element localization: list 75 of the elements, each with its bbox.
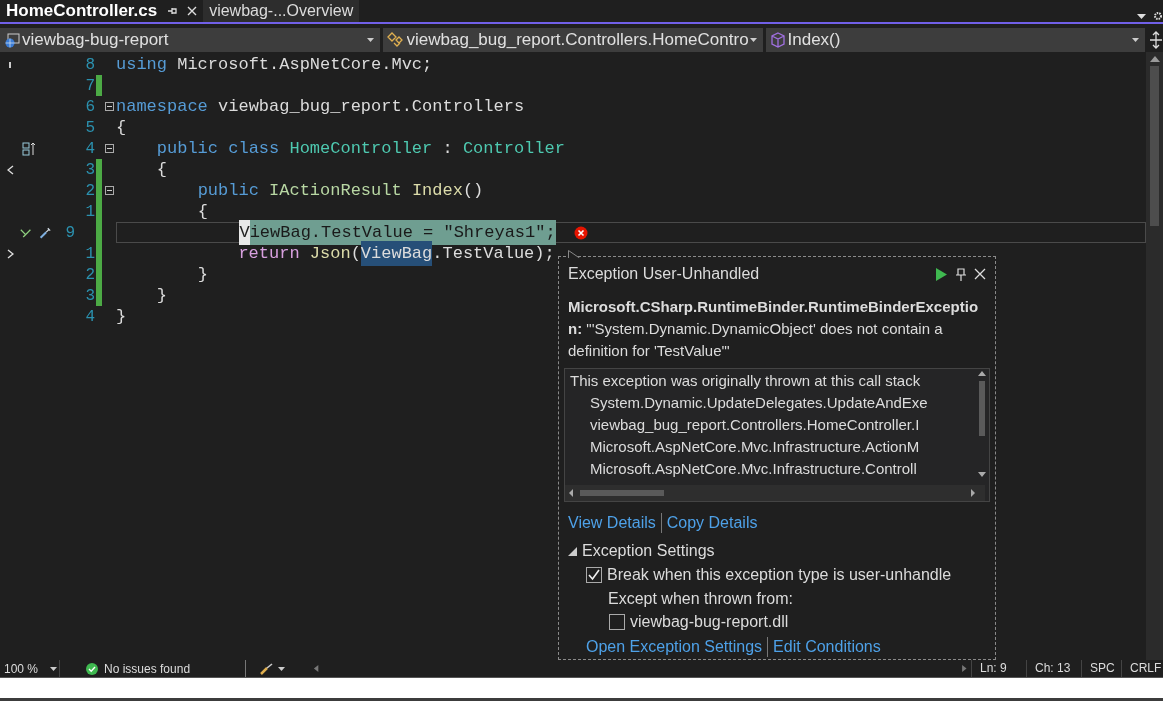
marker-icon — [8, 61, 12, 68]
code-line: namespace viewbag_bug_report.Controllers — [116, 95, 525, 118]
chevron-left-icon[interactable] — [6, 164, 14, 175]
line-number: 1 — [84, 201, 95, 223]
dropdown-icon[interactable] — [1137, 14, 1146, 19]
line-number: 1 — [84, 243, 95, 265]
code-line: { — [155, 158, 167, 181]
project-icon — [4, 32, 20, 48]
settings-link[interactable]: Open Exception Settings — [586, 635, 763, 659]
line-number: 3 — [84, 285, 95, 307]
split-icon[interactable] — [1149, 31, 1163, 49]
caret-icon — [278, 666, 285, 671]
line-number: 5 — [84, 117, 95, 139]
line-number: 2 — [84, 180, 95, 202]
settings-icon[interactable] — [1152, 11, 1162, 21]
stack-frame: Microsoft.AspNetCore.Mvc.Infrastructure.ActionM — [570, 436, 975, 458]
navigation-dropdown[interactable]: Index() — [765, 28, 1146, 52]
class-icon — [386, 32, 405, 48]
stack-frame: viewbag_bug_report.Controllers.HomeController.I — [570, 414, 975, 436]
caret-icon — [1132, 38, 1140, 42]
vertical-scrollbar[interactable] — [1146, 52, 1163, 660]
close-icon[interactable] — [974, 268, 986, 280]
line-number: 6 — [84, 96, 95, 118]
expanded-icon[interactable] — [568, 546, 577, 556]
scroll-thumb[interactable] — [1150, 66, 1159, 226]
code-line: public class HomeController : Controller — [155, 137, 565, 160]
line-number: 4 — [84, 306, 95, 328]
exception-message: Microsoft.CSharp.RuntimeBinder.RuntimeBinderException: "'System.Dynamic.DynamicObject' does not contain a definition for 'TestValue'" — [568, 297, 980, 361]
brush-icon — [260, 662, 274, 675]
caret-icon — [366, 38, 374, 42]
checkbox-label: viewbag-bug-report.dll — [630, 612, 789, 632]
code-line: public IActionResult Index() — [196, 179, 484, 202]
line-number: 7 — [84, 75, 95, 97]
collapse-icon[interactable] — [104, 186, 114, 195]
chevron-right-icon[interactable] — [6, 248, 14, 259]
close-icon[interactable] — [187, 6, 198, 16]
checkbox-label: Break when this exception type is user-unhandle — [607, 565, 952, 585]
line-number: 4 — [84, 138, 95, 160]
stack-frame: System.Dynamic.UpdateDelegates.UpdateAndExe — [570, 392, 975, 414]
code-line: { — [196, 200, 208, 223]
line-number: 8 — [84, 54, 95, 76]
method-icon — [769, 32, 786, 48]
check-circle-icon — [86, 662, 98, 675]
command-input-bar[interactable] — [0, 677, 1163, 698]
hierarchy-icon[interactable] — [22, 141, 36, 156]
caret-icon — [749, 38, 757, 42]
caret-icon — [50, 666, 58, 671]
settings-link[interactable]: Edit Conditions — [773, 635, 881, 659]
line-number: 9 — [64, 222, 76, 244]
details-link[interactable]: Copy Details — [666, 511, 758, 535]
scroll-up-icon[interactable] — [1149, 56, 1160, 62]
call-stack-heading: This exception was originally thrown at this call stack — [570, 371, 922, 391]
popup-title: Exception User-Unhandled — [568, 264, 761, 284]
collapse-icon[interactable] — [104, 102, 114, 111]
navigation-dropdown[interactable]: viewbag_bug_report.Controllers.HomeContro — [382, 28, 763, 52]
navigation-dropdown[interactable]: viewbag-bug-report — [0, 28, 380, 52]
issues-status[interactable]: No issues found — [104, 659, 191, 678]
option-label: Except when thrown from: — [607, 589, 794, 609]
horizontal-scrollbar[interactable] — [565, 485, 985, 501]
line-number: 3 — [84, 159, 95, 181]
details-link[interactable]: View Details — [568, 511, 656, 535]
code-line: using Microsoft.AspNetCore.Mvc; — [116, 53, 433, 76]
stack-frame: Microsoft.AspNetCore.Mvc.Infrastructure.Controll — [570, 458, 975, 480]
code-line: } — [155, 284, 167, 307]
code-line: } — [116, 305, 127, 328]
play-icon[interactable] — [935, 267, 947, 281]
pin-icon[interactable] — [956, 267, 966, 281]
section-heading: Exception Settings — [582, 541, 715, 561]
code-line: { — [116, 116, 127, 139]
pin-icon[interactable] — [167, 6, 178, 16]
checkbox[interactable] — [586, 567, 602, 583]
checkbox[interactable] — [609, 614, 625, 630]
collapse-icon[interactable] — [104, 144, 114, 153]
editor-tab[interactable]: viewbag-...Overview — [203, 0, 360, 22]
line-number: 2 — [84, 264, 95, 286]
